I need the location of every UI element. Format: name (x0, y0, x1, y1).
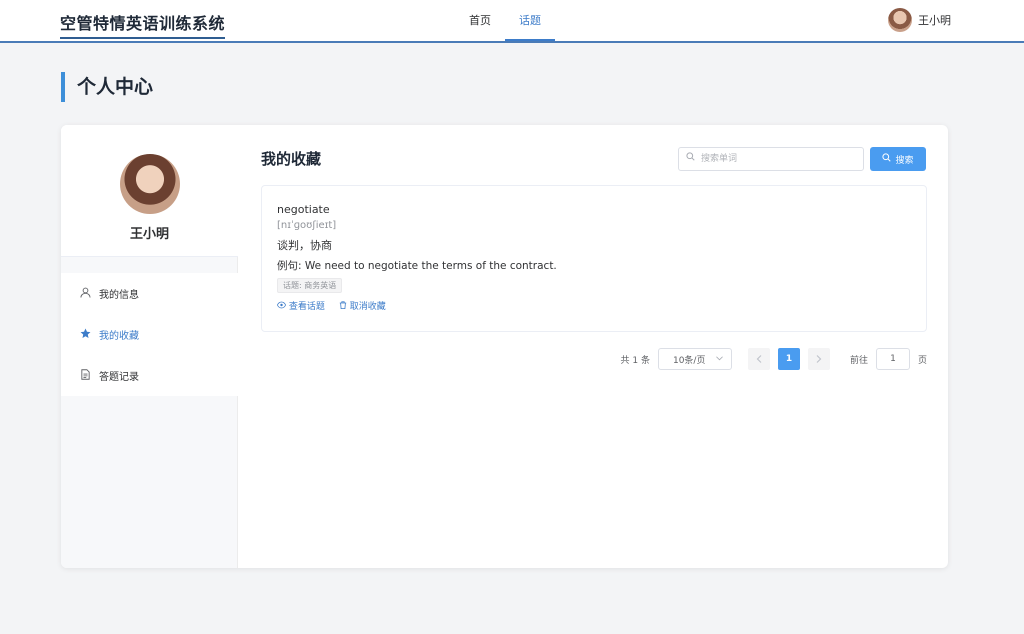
remove-favorite-label: 取消收藏 (349, 302, 386, 312)
sidebar-menu: 我的信息 我的收藏 答题记录 (61, 273, 238, 396)
profile-summary: 王小明 (61, 125, 238, 257)
profile-name: 王小明 (129, 227, 169, 242)
trash-icon (339, 301, 347, 309)
top-navbar: 空管特情英语训练系统 首页 话题 王小明 (0, 0, 1024, 43)
page-size-value: 10条/页 (672, 355, 706, 366)
pagination: 共 1 条 10条/页 1 前往 页 (261, 348, 927, 370)
word-example: 例句: We need to negotiate the terms of th… (277, 260, 557, 272)
sidebar-item-label: 我的信息 (99, 290, 139, 301)
chevron-left-icon (756, 355, 762, 363)
eye-icon (276, 301, 287, 309)
main-nav: 首页 话题 (455, 0, 555, 41)
goto-label: 前往 (849, 355, 868, 366)
word-text: negotiate (277, 203, 330, 216)
search-icon (686, 152, 695, 164)
search-icon (882, 153, 892, 165)
star-icon (79, 328, 91, 342)
chevron-down-icon (716, 354, 723, 364)
nav-home[interactable]: 首页 (455, 0, 505, 41)
sidebar: 王小明 我的信息 我的收藏 答题记录 (61, 125, 238, 568)
search-input[interactable] (678, 147, 864, 171)
view-topic-label: 查看话题 (288, 302, 325, 312)
document-icon (79, 368, 91, 383)
view-topic-link[interactable]: 查看话题 (276, 299, 325, 312)
remove-favorite-link[interactable]: 取消收藏 (339, 299, 386, 312)
profile-avatar (120, 154, 180, 214)
sidebar-item-answer-records[interactable]: 答题记录 (61, 355, 238, 396)
word-actions: 查看话题 取消收藏 (276, 299, 911, 312)
user-name[interactable]: 王小明 (918, 12, 951, 28)
avatar[interactable] (888, 8, 912, 32)
goto-page-input[interactable] (875, 348, 910, 370)
search-button-label: 搜索 (895, 155, 914, 166)
page-size-select[interactable]: 10条/页 (657, 348, 732, 370)
word-meaning: 谈判，协商 (277, 239, 332, 252)
app-brand[interactable]: 空管特情英语训练系统 (60, 10, 226, 39)
chevron-right-icon (816, 355, 822, 363)
search-button[interactable]: 搜索 (870, 147, 926, 171)
page-title: 个人中心 (61, 72, 153, 102)
topic-tag: 话题: 商务英语 (277, 278, 343, 293)
user-menu[interactable]: 王小明 (888, 8, 951, 32)
pagination-total: 共 1 条 (620, 355, 650, 366)
sidebar-item-my-info[interactable]: 我的信息 (61, 273, 238, 314)
page-number-button[interactable]: 1 (777, 348, 800, 370)
nav-topics[interactable]: 话题 (505, 0, 555, 41)
favorites-panel: 我的收藏 搜索 negotiate [nɪˈɡoʊʃieɪt] 谈判，协商 例句… (261, 145, 927, 370)
sidebar-item-label: 答题记录 (99, 372, 139, 383)
next-page-button[interactable] (807, 348, 830, 370)
word-phonetic: [nɪˈɡoʊʃieɪt] (277, 220, 337, 231)
favorite-word-card: negotiate [nɪˈɡoʊʃieɪt] 谈判，协商 例句: We nee… (261, 185, 927, 332)
page-unit-label: 页 (917, 355, 927, 366)
profile-card: 王小明 我的信息 我的收藏 答题记录 我的收藏 搜索单词 搜索 negotiat… (61, 125, 948, 568)
sidebar-item-favorites[interactable]: 我的收藏 (61, 314, 238, 355)
sidebar-item-label: 我的收藏 (99, 331, 139, 342)
favorites-header: 我的收藏 搜索 (261, 145, 927, 171)
user-icon (79, 287, 91, 301)
prev-page-button[interactable] (747, 348, 770, 370)
